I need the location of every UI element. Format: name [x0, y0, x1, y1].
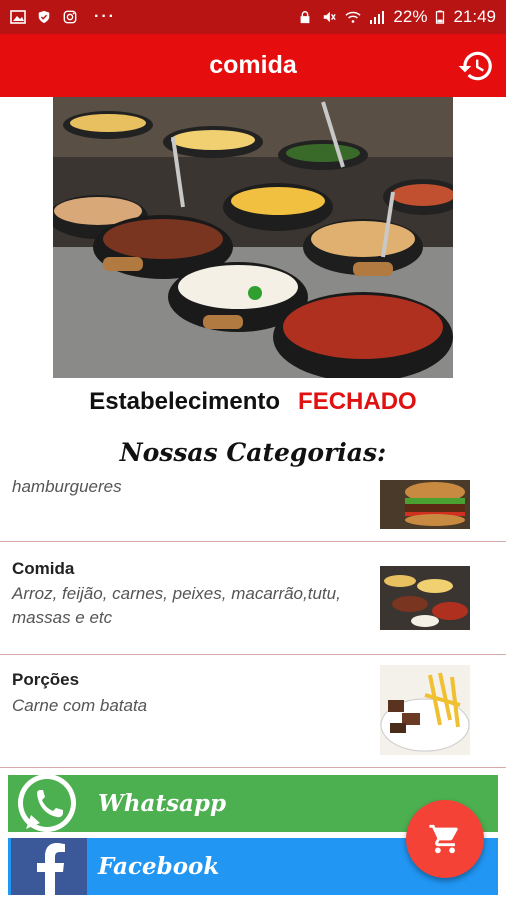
- store-status-closed: FECHADO: [298, 388, 417, 415]
- facebook-label: Facebook: [98, 853, 220, 880]
- status-bar: ··· 22% 21:49: [0, 0, 506, 34]
- clock: 21:49: [453, 7, 496, 26]
- buffet-thumbnail: [380, 566, 470, 630]
- battery-icon: [436, 10, 445, 24]
- list-item-comida[interactable]: Comida Arroz, feijão, carnes, peixes, ma…: [0, 542, 506, 655]
- list-item-description: Carne com batata: [12, 696, 148, 715]
- list-item-porcoes[interactable]: Porções Carne com batata: [0, 655, 506, 768]
- gallery-icon: [10, 10, 26, 24]
- categories-list[interactable]: hamburgueres Comida Arroz, feijão, carne…: [0, 468, 506, 768]
- history-icon: [458, 51, 492, 81]
- list-item-description: hamburgueres: [12, 477, 122, 496]
- burger-thumbnail: [380, 480, 470, 529]
- store-status: Estabelecimento FECHADO: [0, 388, 506, 416]
- whatsapp-icon: [18, 774, 76, 832]
- app-bar: comida: [0, 34, 506, 97]
- cart-icon: [429, 824, 458, 854]
- list-item-title: Porções: [12, 670, 80, 689]
- history-button[interactable]: [456, 46, 496, 86]
- cart-button[interactable]: [406, 800, 484, 878]
- app-title: comida: [209, 51, 297, 79]
- store-status-label: Estabelecimento: [89, 388, 281, 415]
- instagram-icon: [63, 10, 77, 24]
- wifi-icon: [345, 11, 362, 23]
- status-left-icons: ···: [10, 8, 116, 26]
- status-right-icons: 22% 21:49: [297, 7, 496, 27]
- whatsapp-label: Whatsapp: [98, 790, 227, 817]
- list-item-title: Comida: [12, 559, 75, 578]
- overflow-dots: ···: [94, 8, 116, 25]
- battery-percent: 22%: [393, 7, 428, 26]
- signal-icon: [370, 11, 385, 24]
- list-item-hamburgueres[interactable]: hamburgueres: [0, 468, 506, 542]
- facebook-icon: [11, 838, 87, 895]
- shield-icon: [38, 10, 50, 24]
- lock-icon: [301, 11, 310, 24]
- mute-icon: [324, 11, 337, 23]
- categories-heading: Nossas Categorias:: [119, 438, 387, 467]
- hero-food-image: [53, 97, 453, 378]
- portions-thumbnail: [380, 665, 470, 755]
- list-item-description: Arroz, feijão, carnes, peixes, macarrão,…: [12, 584, 341, 627]
